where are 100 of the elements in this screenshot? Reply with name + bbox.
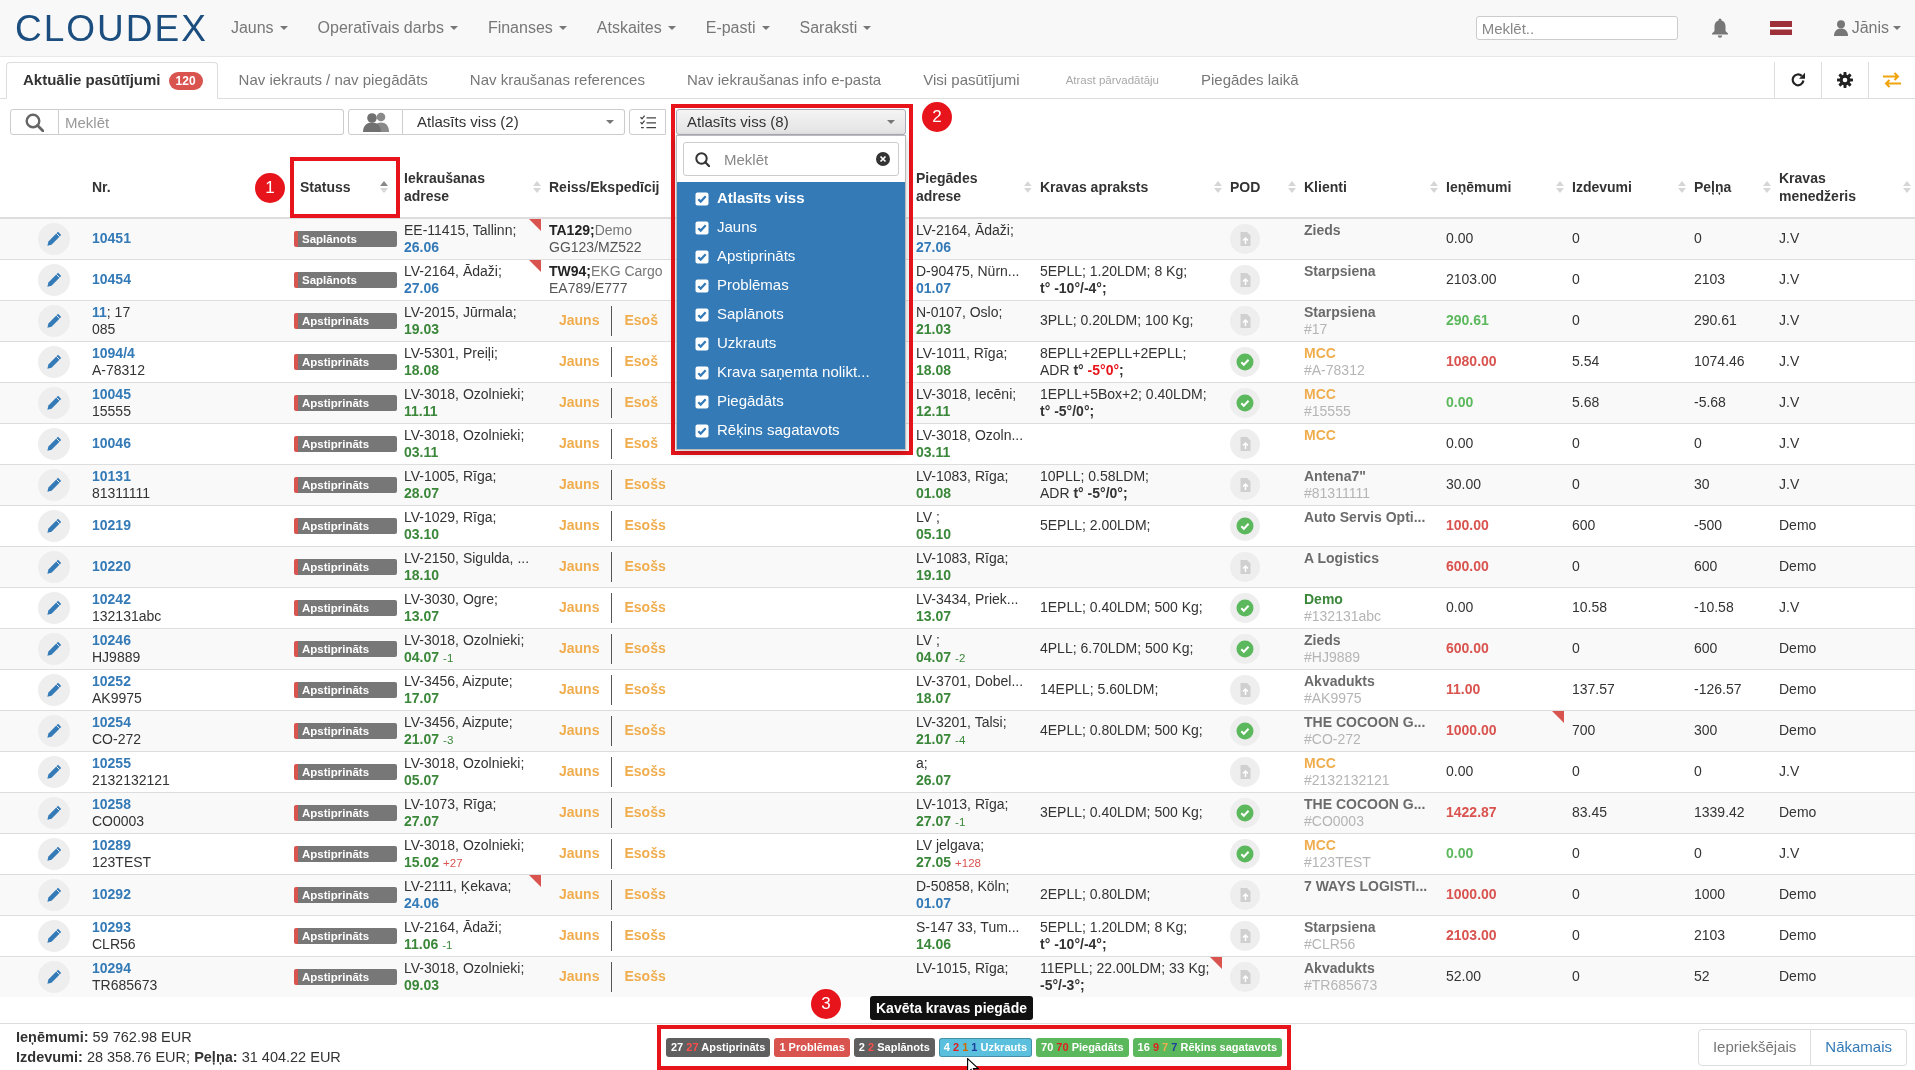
manager-text: J.V <box>1779 394 1800 410</box>
amount-text: 2103 <box>1694 271 1726 287</box>
reference-text: 81311111 <box>92 484 151 502</box>
date-text: 05.10 <box>916 525 952 542</box>
date-text: 27.07 <box>404 812 440 829</box>
status-badge: Apstiprināts <box>294 886 397 903</box>
manager-text: J.V <box>1779 763 1800 779</box>
temperature-text: ADR t° -5°0°; <box>1040 361 1124 379</box>
date-text: 27.06 <box>916 239 952 255</box>
address-text: LV-3018, Ozolnieki; <box>404 836 525 854</box>
date-text: 26.07 <box>916 771 952 788</box>
address-text: LV-3018, Ozoln... <box>916 426 1024 444</box>
count-badge: 120 <box>168 71 203 90</box>
reference-text: 15555 <box>92 402 131 420</box>
address-text: N-0107, Oslo; <box>916 303 1003 321</box>
cargo-text: 2EPLL; 0.80LDM; <box>1040 886 1151 903</box>
amount-text: 0 <box>1572 886 1580 902</box>
cargo-text: 5EPLL; 2.00LDM; <box>1040 517 1151 534</box>
amount-text: 1080.00 <box>1446 353 1497 369</box>
amount-text: 0 <box>1572 435 1580 451</box>
status-badge: Apstiprināts <box>294 968 397 985</box>
client-code: #A-78312 <box>1304 361 1365 379</box>
amount-text: 0 <box>1572 640 1580 656</box>
address-text: a; <box>916 754 928 772</box>
amount-text: 30.00 <box>1446 476 1482 492</box>
client-code: #15555 <box>1304 402 1351 420</box>
amount-text: -126.57 <box>1694 681 1742 697</box>
reference-text: 2132132121 <box>92 771 170 789</box>
address-text: LV-1029, Rīga; <box>404 508 497 526</box>
date-text: 26.06 <box>404 239 440 255</box>
reference-text: 132131abc <box>92 607 162 625</box>
amount-text: -500 <box>1694 517 1723 533</box>
client-code: #132131abc <box>1304 607 1382 625</box>
amount-text: 0.00 <box>1446 845 1474 861</box>
amount-text: 11.00 <box>1446 681 1481 697</box>
amount-text: 30 <box>1694 476 1710 492</box>
date-text: 15.02 <box>404 853 440 870</box>
address-text: D-90475, Nürn... <box>916 262 1020 280</box>
date-text: 01.08 <box>916 484 952 501</box>
address-text: LV ; <box>916 631 940 649</box>
cargo-text: 8EPLL+2EPLL+2EPLL; <box>1040 344 1187 362</box>
address-text: EE-11415, Tallinn; <box>404 222 517 239</box>
date-text: 13.07 <box>404 607 440 624</box>
callout-number: 2 <box>922 102 952 132</box>
manager-text: Demo <box>1779 558 1817 574</box>
vehicle-text: EA789/E777 <box>549 279 628 297</box>
client-code: #CO0003 <box>1304 812 1364 830</box>
address-text: LV-1011, Rīga; <box>916 344 1008 362</box>
address-text: LV-3018, Ozolnieki; <box>404 959 525 977</box>
date-text: 27.05 <box>916 853 952 870</box>
day-offset-text: -1 <box>955 815 966 828</box>
client-code: #81311111 <box>1304 484 1370 502</box>
date-text: 11.06 <box>404 935 439 952</box>
status-badge: Apstiprināts <box>294 435 397 452</box>
vehicle-text: GG123/MZ522 <box>549 239 642 256</box>
amount-text: 1000 <box>1694 886 1726 902</box>
amount-text: 2103.00 <box>1446 271 1497 287</box>
status-badge: Apstiprināts <box>294 558 397 575</box>
address-text: LV-3018, Ozolnieki; <box>404 426 525 444</box>
day-offset-text: -3 <box>443 733 454 746</box>
cargo-text: 14EPLL; 5.60LDM; <box>1040 681 1159 698</box>
client-code: #CO-272 <box>1304 730 1361 748</box>
amount-text: 0 <box>1694 763 1702 779</box>
temperature-text: t° -10°/-4°; <box>1040 279 1107 297</box>
date-text: 21.03 <box>916 320 952 337</box>
address-text: S-147 33, Tum... <box>916 918 1020 936</box>
address-text: LV-3456, Aizpute; <box>404 672 513 690</box>
status-badge: Apstiprināts <box>294 599 397 616</box>
cargo-text: 1EPLL+5Box+2; 0.40LDM; <box>1040 385 1207 403</box>
reference-text: CO0003 <box>92 812 145 830</box>
amount-text: 0 <box>1694 845 1702 861</box>
date-text: 04.07 <box>404 648 440 665</box>
date-text: 21.07 <box>404 730 440 747</box>
address-text: D-50858, Köln; <box>916 877 1010 895</box>
address-text: LV-2164, Ādaži; <box>404 262 502 280</box>
date-text: 01.07 <box>916 279 952 296</box>
number-suffix-text: ; 17 <box>106 303 131 320</box>
status-badge: Apstiprināts <box>294 476 397 493</box>
amount-text: 290.61 <box>1446 312 1489 328</box>
client-code: #AK9975 <box>1304 689 1362 707</box>
status-badge: Apstiprināts <box>294 394 397 411</box>
manager-text: Demo <box>1779 927 1817 943</box>
status-badge: Apstiprināts <box>294 763 397 780</box>
address-text: LV-3701, Dobel... <box>916 672 1024 690</box>
status-badge: Apstiprināts <box>294 804 397 821</box>
date-text: 03.11 <box>404 443 439 460</box>
client-code: #123TEST <box>1304 853 1371 871</box>
date-text: 19.10 <box>916 566 952 583</box>
day-offset-text: +27 <box>443 856 463 869</box>
reference-text: AK9975 <box>92 689 142 707</box>
amount-text: 0 <box>1572 230 1580 247</box>
date-text: 13.07 <box>916 607 952 624</box>
address-text: LV-3018, Ozolnieki; <box>404 754 525 772</box>
amount-text: 0.00 <box>1446 435 1474 451</box>
amount-text: 10.58 <box>1572 599 1608 615</box>
address-text: LV-1005, Rīga; <box>404 467 497 485</box>
address-text: LV-3018, Iecēni; <box>916 385 1017 403</box>
date-text: 03.10 <box>404 525 440 542</box>
date-text: 28.07 <box>404 484 440 501</box>
manager-text: Demo <box>1779 886 1817 902</box>
